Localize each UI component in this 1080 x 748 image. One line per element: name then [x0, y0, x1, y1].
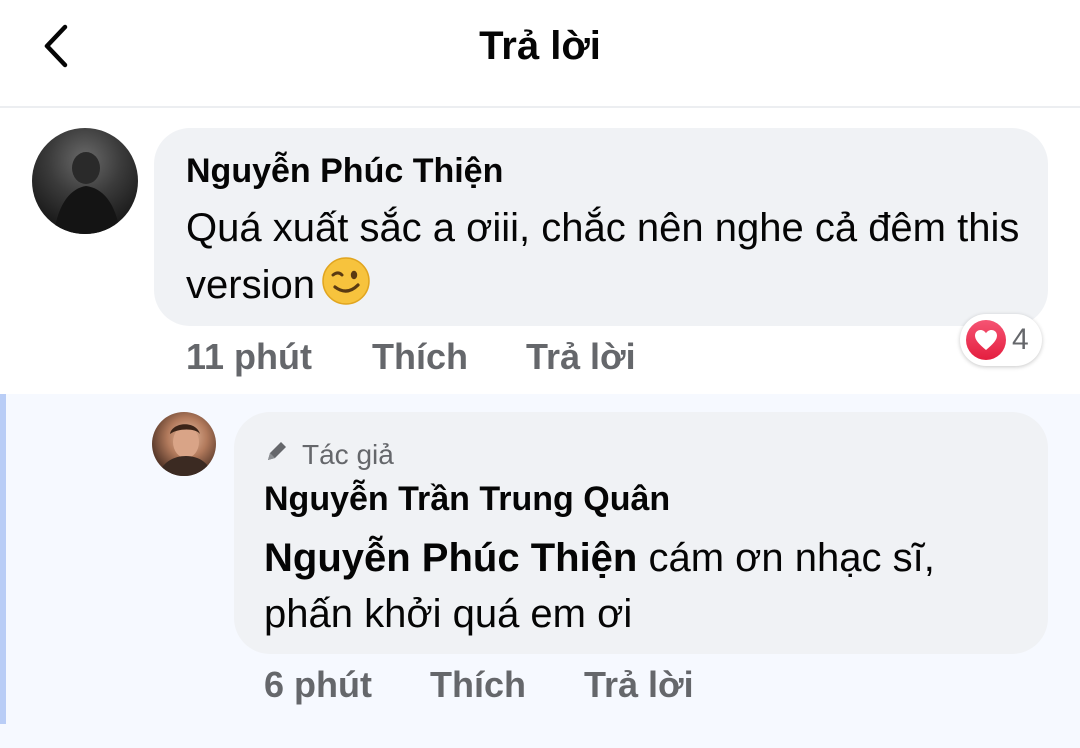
reply-button[interactable]: Trả lời [584, 664, 694, 706]
pencil-icon [264, 438, 302, 471]
avatar[interactable] [152, 412, 216, 476]
comment-text: Quá xuất sắc a ơiii, chắc nên nghe cả đê… [186, 206, 1020, 307]
reply-button[interactable]: Trả lời [526, 336, 636, 378]
like-button[interactable]: Thích [430, 664, 526, 706]
mention-link[interactable]: Nguyễn Phúc Thiện [264, 536, 637, 580]
reply-text: Nguyễn Phúc Thiện cám ơn nhạc sĩ, phấn k… [264, 536, 935, 636]
thread-line [0, 394, 6, 724]
reply-bubble[interactable]: Tác giả Nguyễn Trần Trung Quân Nguyễn Ph… [234, 412, 1048, 654]
comment-author[interactable]: Nguyễn Phúc Thiện [186, 152, 503, 191]
comment-thread-page: Trả lời Nguyễn Phúc Thiện Quá xuất sắc a… [0, 0, 1080, 748]
winking-face-icon [321, 256, 371, 306]
like-button[interactable]: Thích [372, 336, 468, 378]
avatar[interactable] [32, 128, 138, 234]
page-title: Trả lời [479, 24, 601, 68]
author-badge: Tác giả [264, 438, 394, 471]
comment-timestamp: 11 phút [186, 336, 313, 377]
comment-bubble[interactable]: Nguyễn Phúc Thiện Quá xuất sắc a ơiii, c… [154, 128, 1048, 326]
heart-icon [966, 320, 1006, 360]
header-bar: Trả lời [0, 0, 1080, 108]
reaction-count: 4 [1012, 323, 1029, 356]
reply-author[interactable]: Nguyễn Trần Trung Quân [264, 480, 670, 519]
reply-timestamp: 6 phút [264, 664, 372, 705]
reaction-summary[interactable]: 4 [960, 314, 1042, 366]
